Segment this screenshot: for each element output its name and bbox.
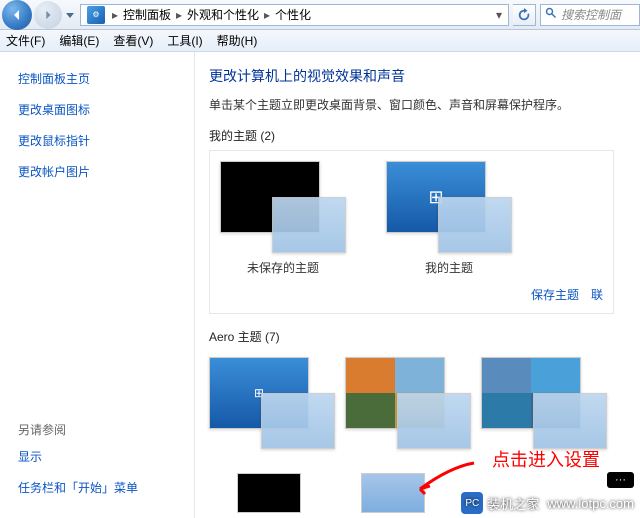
address-bar[interactable]: ⚙ ▸ 控制面板 ▸ 外观和个性化 ▸ 个性化 ▾	[80, 4, 509, 26]
menu-bar: 文件(F) 编辑(E) 查看(V) 工具(I) 帮助(H)	[0, 30, 640, 52]
search-input[interactable]: 搜索控制面	[540, 4, 640, 26]
more-themes-link[interactable]: 联	[591, 286, 603, 303]
sidebar: 控制面板主页 更改桌面图标 更改鼠标指针 更改帐户图片 另请参阅 显示 任务栏和…	[0, 52, 195, 518]
nav-bar: ⚙ ▸ 控制面板 ▸ 外观和个性化 ▸ 个性化 ▾ 搜索控制面	[0, 0, 640, 30]
watermark-logo-icon: PC	[461, 492, 483, 514]
window-color-item[interactable]: 窗口颜	[361, 473, 425, 518]
main-content: 更改计算机上的视觉效果和声音 单击某个主题立即更改桌面背景、窗口颜色、声音和屏幕…	[195, 52, 640, 518]
control-panel-icon: ⚙	[87, 6, 105, 24]
sidebar-home[interactable]: 控制面板主页	[18, 70, 186, 87]
crumb-control-panel[interactable]: 控制面板	[119, 5, 175, 25]
save-theme-link[interactable]: 保存主题	[531, 286, 579, 303]
window-color-swatch	[361, 473, 425, 513]
aero-theme-1[interactable]: ⊞	[209, 357, 335, 449]
history-dropdown-icon[interactable]	[66, 8, 74, 22]
watermark-badge: ···	[607, 472, 634, 488]
sidebar-mouse-pointers[interactable]: 更改鼠标指针	[18, 132, 186, 149]
crumb-appearance[interactable]: 外观和个性化	[183, 5, 263, 25]
page-title: 更改计算机上的视觉效果和声音	[209, 66, 640, 86]
watermark: PC 装机之家 www.lotpc.com	[461, 492, 634, 514]
my-themes-group: 未保存的主题 ⊞ 我的主题 保存主题 联	[209, 150, 614, 314]
forward-button[interactable]	[34, 1, 62, 29]
watermark-brand: 装机之家	[487, 494, 539, 513]
menu-tools[interactable]: 工具(I)	[167, 32, 202, 49]
desktop-background-swatch	[237, 473, 301, 513]
back-button[interactable]	[2, 0, 32, 30]
theme-unsaved[interactable]: 未保存的主题	[220, 161, 346, 276]
aero-themes-heading: Aero 主题 (7)	[209, 328, 640, 345]
address-dropdown-icon[interactable]: ▾	[490, 8, 508, 22]
search-placeholder: 搜索控制面	[561, 6, 621, 23]
see-also-taskbar[interactable]: 任务栏和「开始」菜单	[18, 479, 186, 496]
menu-help[interactable]: 帮助(H)	[217, 32, 258, 49]
see-also-display[interactable]: 显示	[18, 448, 186, 465]
aero-theme-3[interactable]	[481, 357, 607, 449]
aero-themes-group: ⊞	[209, 351, 614, 455]
search-icon	[545, 7, 557, 22]
theme-label: 我的主题	[425, 259, 473, 276]
menu-file[interactable]: 文件(F)	[6, 32, 45, 49]
chevron-right-icon[interactable]: ▸	[263, 8, 271, 22]
chevron-right-icon[interactable]: ▸	[175, 8, 183, 22]
page-subtitle: 单击某个主题立即更改桌面背景、窗口颜色、声音和屏幕保护程序。	[209, 96, 640, 113]
watermark-url: www.lotpc.com	[547, 496, 634, 511]
refresh-button[interactable]	[513, 4, 536, 26]
menu-edit[interactable]: 编辑(E)	[59, 32, 99, 49]
aero-theme-2[interactable]	[345, 357, 471, 449]
crumb-personalization[interactable]: 个性化	[271, 5, 315, 25]
sidebar-desktop-icons[interactable]: 更改桌面图标	[18, 101, 186, 118]
desktop-background-item[interactable]: 桌面背景	[237, 473, 301, 518]
see-also-heading: 另请参阅	[18, 421, 186, 438]
my-themes-heading: 我的主题 (2)	[209, 127, 640, 144]
menu-view[interactable]: 查看(V)	[113, 32, 153, 49]
theme-label: 未保存的主题	[247, 259, 319, 276]
sidebar-account-picture[interactable]: 更改帐户图片	[18, 163, 186, 180]
theme-my-theme[interactable]: ⊞ 我的主题	[386, 161, 512, 276]
chevron-right-icon[interactable]: ▸	[111, 8, 119, 22]
